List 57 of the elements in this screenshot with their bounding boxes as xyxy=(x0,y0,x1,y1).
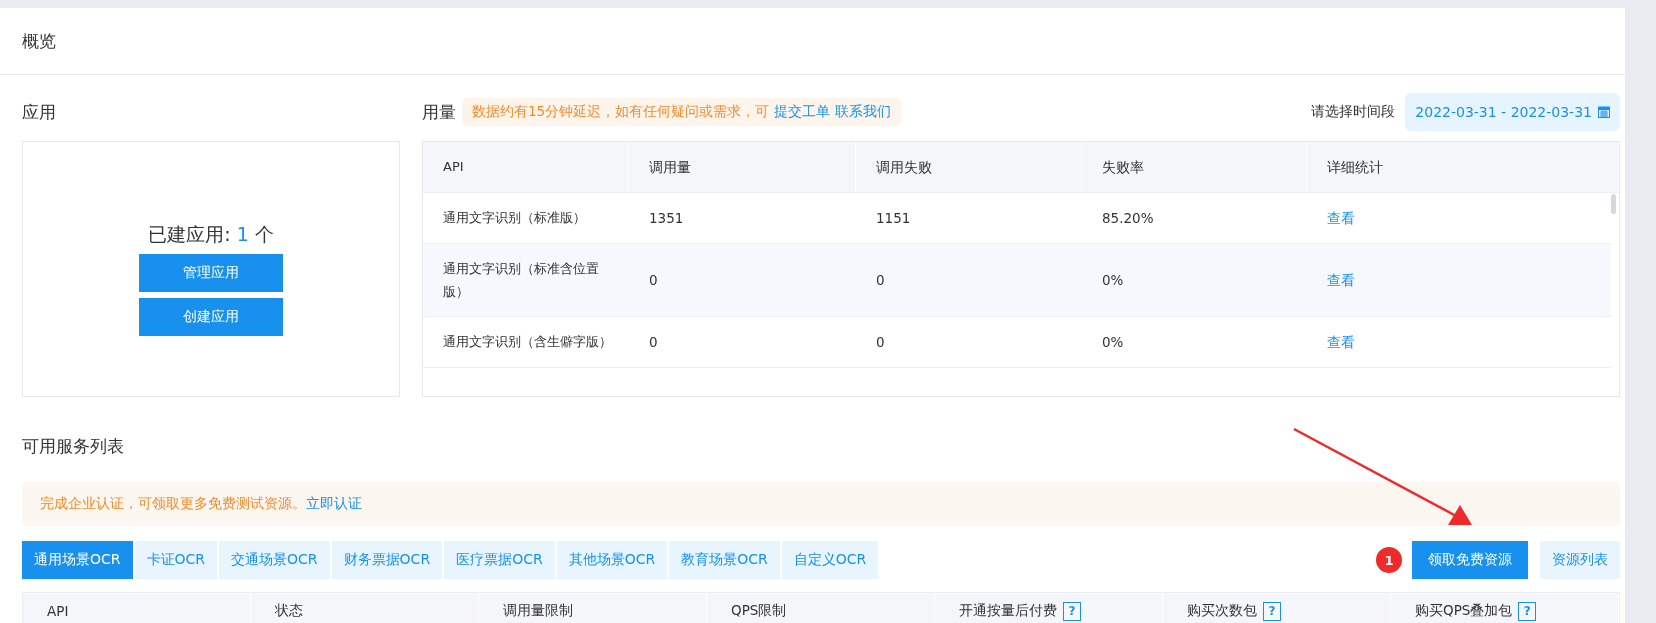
category-tab[interactable]: 教育场景OCR xyxy=(669,541,780,579)
date-label: 请选择时间段 xyxy=(1311,103,1396,121)
category-tab[interactable]: 医疗票据OCR xyxy=(444,541,555,579)
app-button[interactable]: 创建应用 xyxy=(139,298,283,336)
view-link[interactable]: 查看 xyxy=(1327,271,1355,288)
column-header: 调用失败 xyxy=(856,142,1082,192)
column-header: 开通按量后付费 xyxy=(959,602,1057,620)
column-header: 失败率 xyxy=(1082,142,1307,192)
table-cell: 85.20% xyxy=(1102,209,1154,226)
notice-link[interactable]: 提交工单 xyxy=(774,103,831,121)
help-icon[interactable]: ? xyxy=(1263,601,1281,621)
table-cell: 0% xyxy=(1102,271,1124,288)
column-header: API xyxy=(47,603,69,619)
calendar-icon xyxy=(1598,106,1610,118)
column-header: API xyxy=(423,142,629,192)
category-tab[interactable]: 卡证OCR xyxy=(134,541,218,579)
column-header: 购买QPS叠加包 xyxy=(1415,602,1513,620)
help-icon[interactable]: ? xyxy=(1518,601,1537,621)
table-cell: 0% xyxy=(1102,333,1124,350)
section-heading: 可用服务列表 xyxy=(22,434,124,458)
help-icon[interactable]: ? xyxy=(1063,601,1081,621)
category-tab[interactable]: 财务票据OCR xyxy=(331,541,443,579)
category-tab[interactable]: 交通场景OCR xyxy=(219,541,330,579)
scrollbar-thumb[interactable] xyxy=(1611,194,1616,214)
column-header: QPS限制 xyxy=(731,602,787,620)
app-count: 已建应用: 1 个 xyxy=(148,222,274,247)
verify-link[interactable]: 立即认证 xyxy=(306,495,362,513)
category-tab[interactable]: 其他场景OCR xyxy=(556,541,668,579)
step-badge: 1 xyxy=(1376,547,1402,573)
column-header: 调用量限制 xyxy=(503,602,573,620)
claim-free-button[interactable]: 领取免费资源 xyxy=(1412,541,1528,579)
section-heading: 用量 xyxy=(422,100,456,124)
table-cell: 通用文字识别（含生僻字版） xyxy=(443,334,612,350)
column-header: 状态 xyxy=(275,602,303,620)
table-cell: 0 xyxy=(876,333,885,350)
notice-text: 完成企业认证，可领取更多免费测试资源。 xyxy=(40,495,306,513)
date-range-field[interactable]: 2022-03-31 - 2022-03-31 xyxy=(1405,93,1620,131)
table-cell: 通用文字识别（标准版） xyxy=(443,210,586,226)
notice-link[interactable]: 联系我们 xyxy=(835,103,892,121)
view-link[interactable]: 查看 xyxy=(1327,333,1355,350)
category-tab[interactable]: 通用场景OCR xyxy=(22,541,133,579)
table-cell: 0 xyxy=(649,271,658,288)
notice-text: 数据约有15分钟延迟，如有任何疑问或需求，可 xyxy=(472,103,770,121)
table-cell: 0 xyxy=(876,271,885,288)
table-cell: 0 xyxy=(649,333,658,350)
column-header: 调用量 xyxy=(629,142,856,192)
column-header: 详细统计 xyxy=(1307,142,1619,192)
column-header: 购买次数包 xyxy=(1187,602,1257,620)
page-title: 概览 xyxy=(22,29,56,53)
resource-list-button[interactable]: 资源列表 xyxy=(1540,541,1620,579)
view-link[interactable]: 查看 xyxy=(1327,209,1355,226)
table-cell: 通用文字识别（标准含位置版） xyxy=(443,260,599,299)
table-cell: 1351 xyxy=(649,209,684,226)
table-cell: 1151 xyxy=(876,209,911,226)
category-tab[interactable]: 自定义OCR xyxy=(781,541,879,579)
section-heading: 应用 xyxy=(22,100,56,124)
app-button[interactable]: 管理应用 xyxy=(139,254,283,292)
